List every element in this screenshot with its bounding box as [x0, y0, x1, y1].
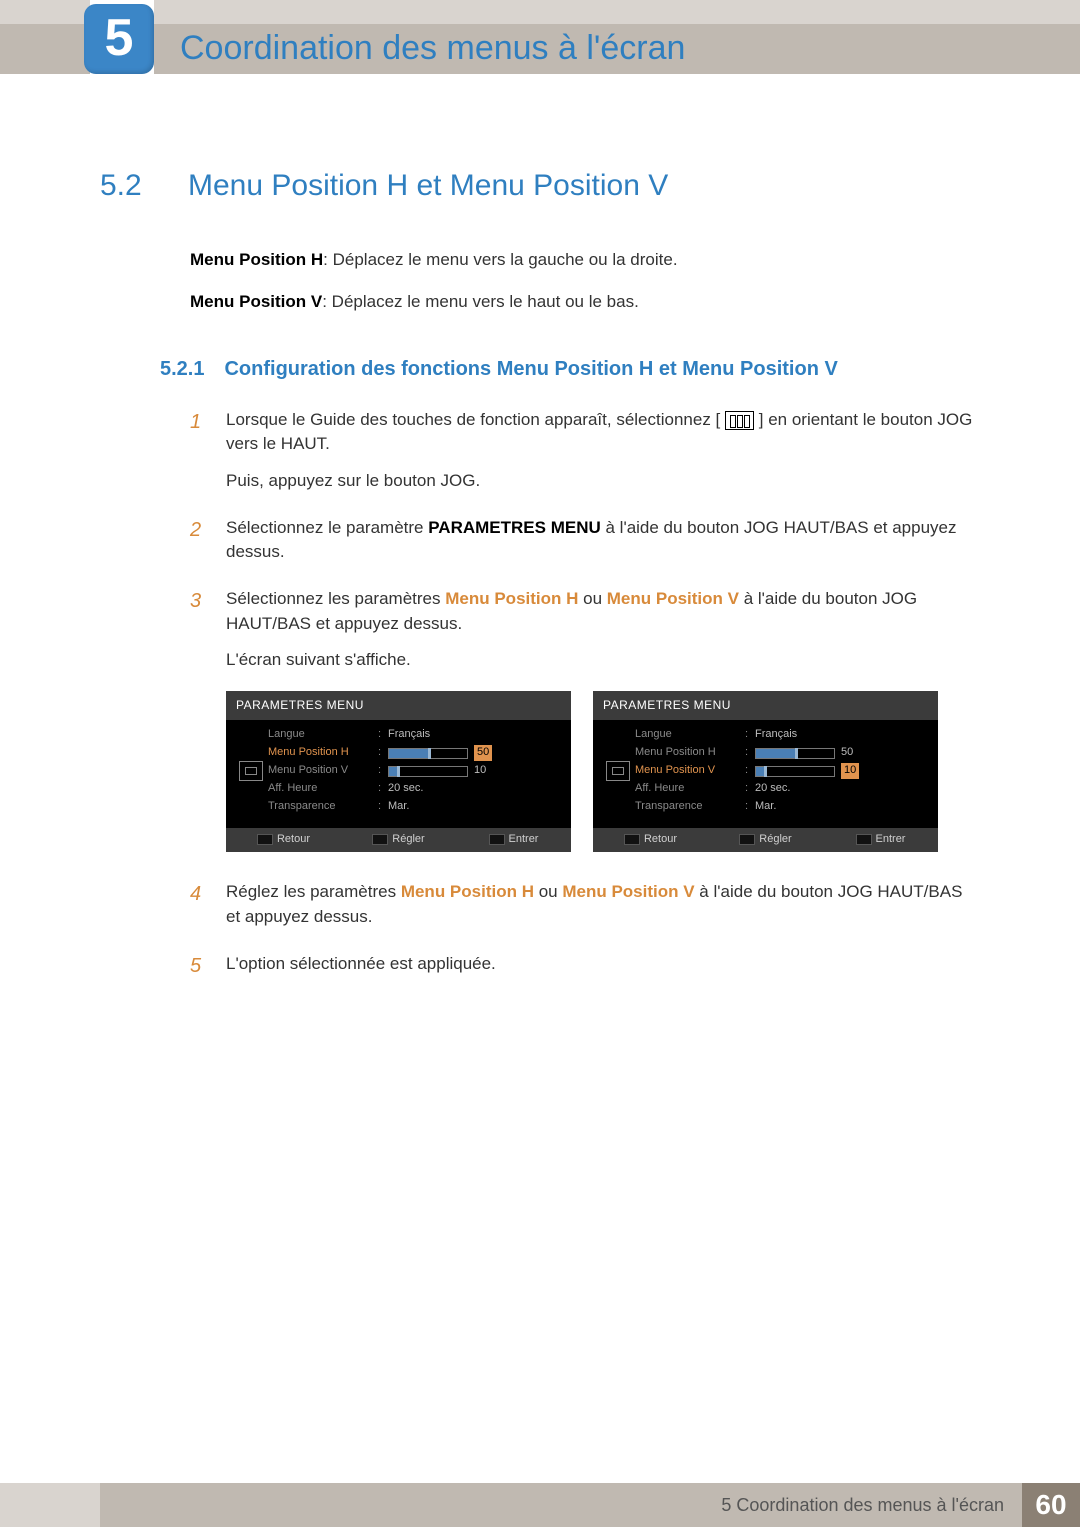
osd-h-entrer: Entrer: [456, 828, 571, 852]
step-1: 1 Lorsque le Guide des touches de foncti…: [190, 408, 980, 506]
osd-panel-h: PARAMETRES MENU Langue:Français Menu Pos…: [226, 691, 571, 852]
parametres-menu-bold: PARAMETRES MENU: [428, 518, 601, 537]
step-4-text: Réglez les paramètres Menu Position H ou…: [226, 880, 980, 929]
osd-h-mpv-label: Menu Position V: [268, 763, 378, 779]
osd-menu-icon: [239, 761, 263, 781]
section-number: 5.2: [100, 164, 160, 208]
osd-h-retour: Retour: [226, 828, 341, 852]
footer-left: 5 Coordination des menus à l'écran: [0, 1483, 1022, 1527]
osd-v-slider-v: 10: [755, 763, 859, 779]
osd-v-trans-label: Transparence: [635, 799, 745, 815]
page: 5 Coordination des menus à l'écran 5.2 M…: [0, 0, 1080, 1527]
osd-v-title: PARAMETRES MENU: [593, 691, 938, 720]
osd-v-mpv-label: Menu Position V: [635, 763, 745, 779]
osd-h-regler: Régler: [341, 828, 456, 852]
header-title-wrap: Coordination des menus à l'écran: [154, 0, 1080, 74]
osd-row: PARAMETRES MENU Langue:Français Menu Pos…: [226, 691, 980, 852]
osd-v-langue-label: Langue: [635, 727, 745, 743]
osd-h-title: PARAMETRES MENU: [226, 691, 571, 720]
intro-v-text: : Déplacez le menu vers le haut ou le ba…: [322, 292, 639, 311]
osd-menu-icon: [606, 761, 630, 781]
page-body: 5.2 Menu Position H et Menu Position V M…: [0, 74, 1080, 988]
intro-h-label: Menu Position H: [190, 250, 323, 269]
osd-v-slider-h: 50: [755, 745, 853, 761]
step-4: 4 Réglez les paramètres Menu Position H …: [190, 880, 980, 941]
osd-v-langue-value: Français: [755, 727, 797, 743]
osd-v-regler: Régler: [708, 828, 823, 852]
step-3-text: Sélectionnez les paramètres Menu Positio…: [226, 587, 980, 636]
intro-h-text: : Déplacez le menu vers la gauche ou la …: [323, 250, 677, 269]
osd-h-langue-value: Français: [388, 727, 430, 743]
step4-mph: Menu Position H: [401, 882, 534, 901]
step-5: 5 L'option sélectionnée est appliquée.: [190, 952, 980, 989]
osd-h-icon-col: [234, 726, 268, 816]
osd-h-langue-label: Langue: [268, 727, 378, 743]
step-5-number: 5: [190, 952, 208, 989]
step-3-followup: L'écran suivant s'affiche.: [226, 648, 980, 673]
osd-h-slider-h: 50: [388, 745, 492, 761]
subsection-title: Configuration des fonctions Menu Positio…: [224, 355, 837, 384]
step-2-text: Sélectionnez le paramètre PARAMETRES MEN…: [226, 516, 980, 565]
section-heading: 5.2 Menu Position H et Menu Position V: [100, 164, 980, 208]
osd-panel-v: PARAMETRES MENU Langue:Français Menu Pos…: [593, 691, 938, 852]
step-3-number: 3: [190, 587, 208, 870]
osd-v-aff-value: 20 sec.: [755, 781, 790, 797]
subsection-number: 5.2.1: [160, 355, 204, 384]
osd-h-aff-value: 20 sec.: [388, 781, 423, 797]
footer-chapter-ref: 5 Coordination des menus à l'écran: [721, 1492, 1004, 1518]
osd-h-aff-label: Aff. Heure: [268, 781, 378, 797]
osd-v-icon-col: [601, 726, 635, 816]
osd-h-trans-value: Mar.: [388, 799, 409, 815]
page-footer: 5 Coordination des menus à l'écran 60: [0, 1483, 1080, 1527]
step-3: 3 Sélectionnez les paramètres Menu Posit…: [190, 587, 980, 870]
subsection-heading: 5.2.1 Configuration des fonctions Menu P…: [160, 355, 980, 384]
step-5-text: L'option sélectionnée est appliquée.: [226, 952, 980, 977]
intro-line-h: Menu Position H: Déplacez le menu vers l…: [190, 248, 980, 273]
chapter-title: Coordination des menus à l'écran: [180, 24, 685, 73]
step-2: 2 Sélectionnez le paramètre PARAMETRES M…: [190, 516, 980, 577]
step-1-line-1: Lorsque le Guide des touches de fonction…: [226, 408, 980, 457]
osd-v-entrer: Entrer: [823, 828, 938, 852]
step-2-number: 2: [190, 516, 208, 577]
osd-v-aff-label: Aff. Heure: [635, 781, 745, 797]
section-title: Menu Position H et Menu Position V: [188, 164, 668, 208]
osd-h-footer: Retour Régler Entrer: [226, 828, 571, 852]
intro-line-v: Menu Position V: Déplacez le menu vers l…: [190, 290, 980, 315]
menu-pos-h-orange: Menu Position H: [445, 589, 578, 608]
page-number: 60: [1022, 1483, 1080, 1527]
osd-v-trans-value: Mar.: [755, 799, 776, 815]
step-1-number: 1: [190, 408, 208, 506]
chapter-number-badge: 5: [84, 4, 154, 74]
intro-block: Menu Position H: Déplacez le menu vers l…: [190, 248, 980, 315]
osd-v-mph-label: Menu Position H: [635, 745, 745, 761]
step-list: 1 Lorsque le Guide des touches de foncti…: [190, 408, 980, 988]
intro-v-label: Menu Position V: [190, 292, 322, 311]
header-gutter: [0, 0, 90, 74]
chapter-number: 5: [105, 1, 134, 76]
osd-v-retour: Retour: [593, 828, 708, 852]
osd-h-slider-v: 10: [388, 763, 486, 779]
osd-h-trans-label: Transparence: [268, 799, 378, 815]
step-1-line-2: Puis, appuyez sur le bouton JOG.: [226, 469, 980, 494]
step-4-number: 4: [190, 880, 208, 941]
header-band: 5 Coordination des menus à l'écran: [0, 0, 1080, 74]
menu-icon: [725, 411, 754, 430]
step4-mpv: Menu Position V: [562, 882, 694, 901]
osd-v-footer: Retour Régler Entrer: [593, 828, 938, 852]
osd-h-mph-label: Menu Position H: [268, 745, 378, 761]
menu-pos-v-orange: Menu Position V: [607, 589, 739, 608]
